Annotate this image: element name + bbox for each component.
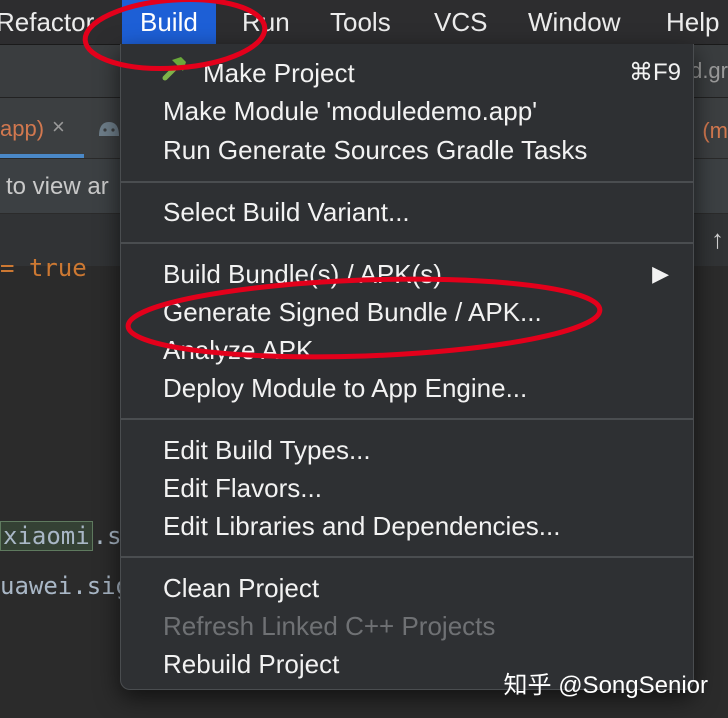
editor-tab-fragment[interactable]: (m — [702, 118, 728, 144]
menu-item-analyze-apk[interactable]: Analyze APK... — [163, 331, 335, 369]
menu-item-generate-signed-bundle[interactable]: Generate Signed Bundle / APK... — [163, 293, 542, 331]
menu-run[interactable]: Run — [242, 0, 290, 44]
menu-item-build-bundle-apk[interactable]: Build Bundle(s) / APK(s) — [163, 255, 442, 293]
menu-tools[interactable]: Tools — [330, 0, 391, 44]
menu-item-edit-libraries[interactable]: Edit Libraries and Dependencies... — [163, 507, 560, 545]
menu-item-deploy-module[interactable]: Deploy Module to App Engine... — [163, 369, 527, 407]
menu-window[interactable]: Window — [528, 0, 620, 44]
menu-refactor[interactable]: Refactor — [0, 0, 94, 44]
code-text: uawei.sig — [0, 572, 131, 600]
menu-help[interactable]: Help — [666, 0, 719, 44]
menu-item-rebuild-project[interactable]: Rebuild Project — [163, 645, 339, 683]
close-icon[interactable]: × — [52, 114, 65, 140]
editor-tab-app[interactable]: app) × — [0, 98, 84, 158]
menu-item-refresh-cpp: Refresh Linked C++ Projects — [163, 611, 496, 641]
menu-separator — [121, 181, 693, 183]
menu-separator — [121, 242, 693, 244]
editor-tab-label: app) — [0, 116, 45, 141]
menu-item-make-module[interactable]: Make Module 'moduledemo.app' — [163, 92, 537, 130]
code-keyword: true — [28, 254, 87, 282]
menu-item-edit-flavors[interactable]: Edit Flavors... — [163, 469, 322, 507]
menu-build[interactable]: Build — [122, 0, 216, 44]
code-line: uawei.sig — [0, 572, 130, 600]
shortcut-make-project: ⌘F9 — [628, 59, 681, 86]
menu-item-edit-build-types[interactable]: Edit Build Types... — [163, 431, 371, 469]
code-operator: = — [0, 254, 29, 282]
android-icon — [99, 122, 119, 136]
menu-item-run-generate-sources[interactable]: Run Generate Sources Gradle Tasks — [163, 131, 587, 169]
code-line: = true — [0, 254, 87, 282]
menu-item-select-build-variant[interactable]: Select Build Variant... — [163, 193, 410, 231]
arrow-up-icon[interactable]: ↑ — [711, 224, 724, 255]
menu-separator — [121, 556, 693, 558]
active-tab-indicator — [0, 154, 84, 158]
notification-text: to view ar — [6, 173, 109, 200]
code-highlight: xiaomi — [0, 521, 93, 551]
menu-vcs[interactable]: VCS — [434, 0, 487, 44]
chevron-right-icon: ▶ — [652, 261, 669, 286]
navigation-path-fragment: d.gr — [690, 58, 728, 83]
menu-item-make-project[interactable]: Make Project — [203, 54, 355, 92]
hammer-icon — [162, 57, 186, 81]
menu-separator — [121, 418, 693, 420]
menu-item-clean-project[interactable]: Clean Project — [163, 569, 319, 607]
watermark: 知乎 @SongSenior — [503, 672, 708, 699]
build-dropdown-menu: Make Project ⌘F9 Make Module 'moduledemo… — [120, 44, 694, 690]
menu-bar: Refactor Build Run Tools VCS Window Help — [0, 0, 728, 45]
